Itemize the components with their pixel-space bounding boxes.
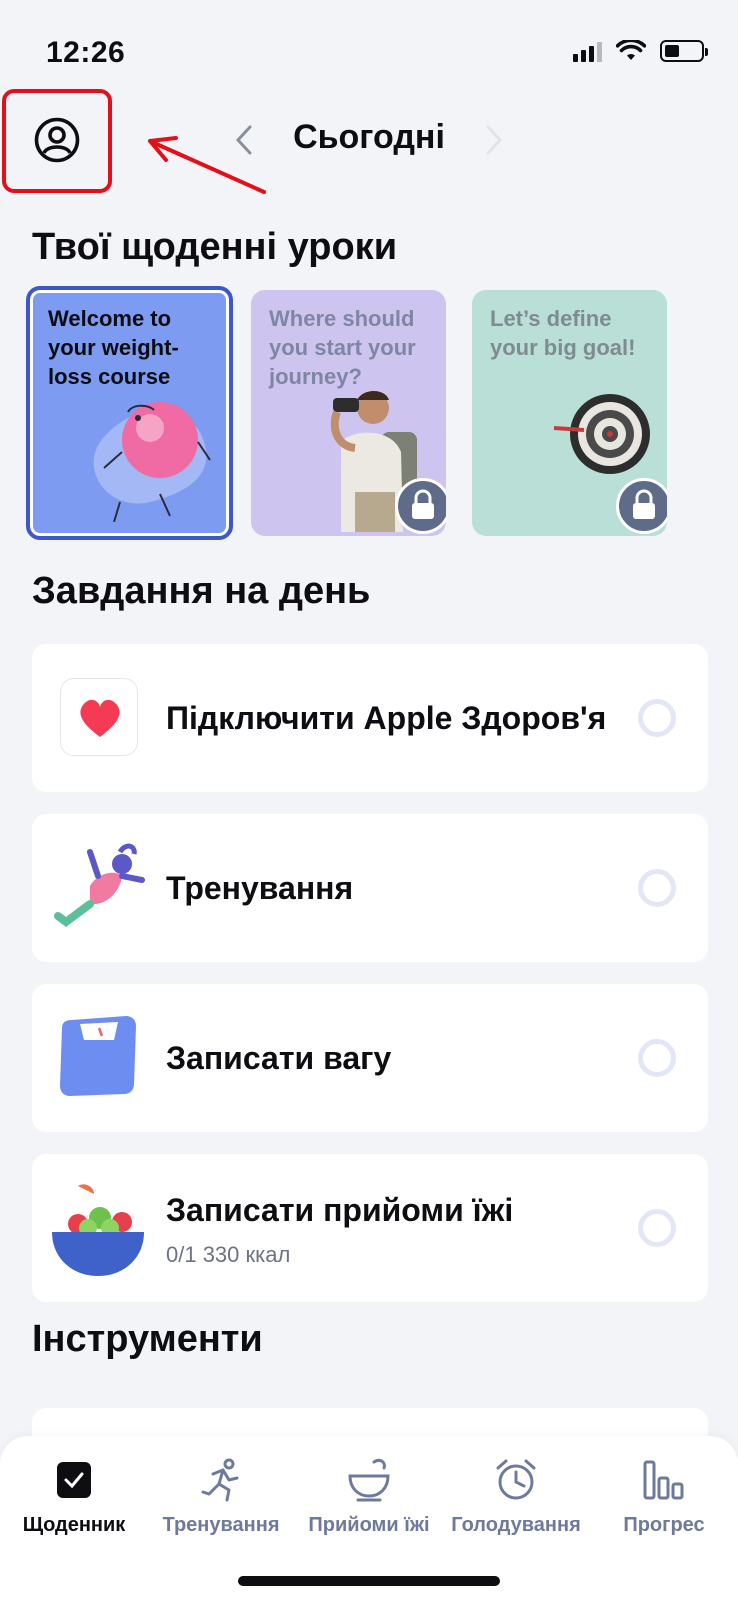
diary-checkmark-icon [57, 1462, 91, 1498]
lesson-card-goal[interactable]: Let’s define your big goal! [472, 290, 667, 536]
status-bar: 12:26 [0, 0, 738, 100]
task-checkbox[interactable] [638, 1209, 676, 1247]
task-checkbox[interactable] [638, 699, 676, 737]
tab-fasting[interactable]: Голодування [442, 1452, 590, 1537]
wifi-icon [616, 40, 646, 60]
dartboard-illustration [553, 394, 650, 474]
task-checkbox[interactable] [638, 1039, 676, 1077]
tools-section-title: Інструменти [32, 1318, 263, 1360]
running-person-icon [201, 1458, 239, 1502]
tab-diary[interactable]: Щоденник [0, 1452, 148, 1537]
tab-label: Щоденник [22, 1514, 126, 1536]
lessons-section-title: Твої щоденні уроки [32, 226, 398, 268]
lesson-card-journey[interactable]: Where should you start your journey? [251, 290, 446, 536]
bar-chart-icon [643, 1460, 684, 1500]
scale-icon [60, 1016, 136, 1096]
alarm-clock-icon [496, 1459, 536, 1500]
task-checkbox[interactable] [638, 869, 676, 907]
task-label: Підключити Apple Здоров'я [166, 700, 607, 736]
heart-icon [60, 678, 138, 756]
lesson-card-text: Where should you start your journey? [269, 306, 416, 389]
tab-progress[interactable]: Прогрес [590, 1452, 738, 1537]
tab-workouts[interactable]: Тренування [147, 1452, 295, 1537]
task-apple-health[interactable]: Підключити Apple Здоров'я [32, 644, 708, 792]
lock-icon [395, 478, 446, 534]
task-workout[interactable]: Тренування [32, 814, 708, 962]
cellular-signal-icon [573, 40, 602, 62]
chevron-right-icon[interactable] [484, 124, 504, 156]
lesson-card-text: Welcome to your weight-loss course [48, 306, 179, 389]
home-indicator [238, 1576, 500, 1586]
page-title: Сьогодні [293, 118, 445, 156]
task-label: Записати вагу [166, 1040, 392, 1076]
workout-illustration [54, 843, 145, 927]
ball-character-illustration [93, 402, 211, 522]
lock-icon [616, 478, 667, 534]
salad-bowl-icon [52, 1184, 144, 1276]
lesson-card-welcome[interactable]: Welcome to your weight-loss course [26, 286, 233, 540]
bowl-icon [348, 1458, 390, 1502]
battery-icon [660, 40, 708, 62]
task-meals[interactable]: Записати прийоми їжі 0/1 330 ккал [32, 1154, 708, 1302]
status-time: 12:26 [46, 36, 126, 69]
task-calories-subtitle: 0/1 330 ккал [166, 1242, 291, 1267]
tab-label: Прийоми їжі [308, 1514, 430, 1536]
tab-label: Прогрес [623, 1514, 705, 1536]
tasks-section-title: Завдання на день [32, 570, 371, 612]
tab-label: Голодування [451, 1514, 581, 1536]
task-label: Записати прийоми їжі [166, 1192, 514, 1228]
tab-meals[interactable]: Прийоми їжі [295, 1452, 443, 1537]
tab-label: Тренування [162, 1514, 280, 1536]
task-label: Тренування [166, 870, 354, 906]
lesson-card-text: Let’s define your big goal! [490, 306, 636, 360]
task-weight[interactable]: Записати вагу [32, 984, 708, 1132]
